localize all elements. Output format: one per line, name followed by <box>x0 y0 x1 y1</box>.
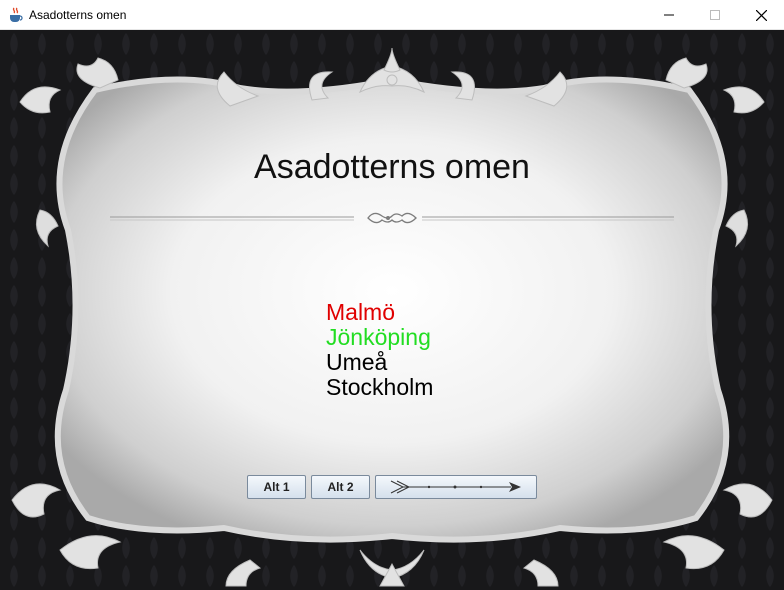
java-coffee-cup-icon <box>10 7 23 22</box>
alt1-button[interactable]: Alt 1 <box>247 475 306 499</box>
option-umea: Umeå <box>326 349 388 375</box>
maximize-icon <box>710 10 720 20</box>
minimize-icon <box>664 14 674 16</box>
minimize-button[interactable] <box>646 0 692 30</box>
window-title: Asadotterns omen <box>29 7 127 22</box>
close-button[interactable] <box>738 0 784 30</box>
page-title: Asadotterns omen <box>254 148 530 186</box>
close-icon <box>755 9 767 21</box>
app-window: Asadotterns omen Asadotterns omen Malmö … <box>0 0 784 590</box>
option-stockholm: Stockholm <box>326 374 434 400</box>
slide-area: Asadotterns omen Malmö Jönköping Umeå St… <box>0 30 784 590</box>
arrow-button[interactable] <box>375 475 537 499</box>
arrow-icon <box>390 480 521 494</box>
option-malmo: Malmö <box>326 299 396 325</box>
ornamental-divider <box>110 212 674 224</box>
option-jonkoping: Jönköping <box>326 324 431 350</box>
alt2-button[interactable]: Alt 2 <box>311 475 370 499</box>
maximize-button[interactable] <box>692 0 738 30</box>
title-bar: Asadotterns omen <box>0 0 784 30</box>
